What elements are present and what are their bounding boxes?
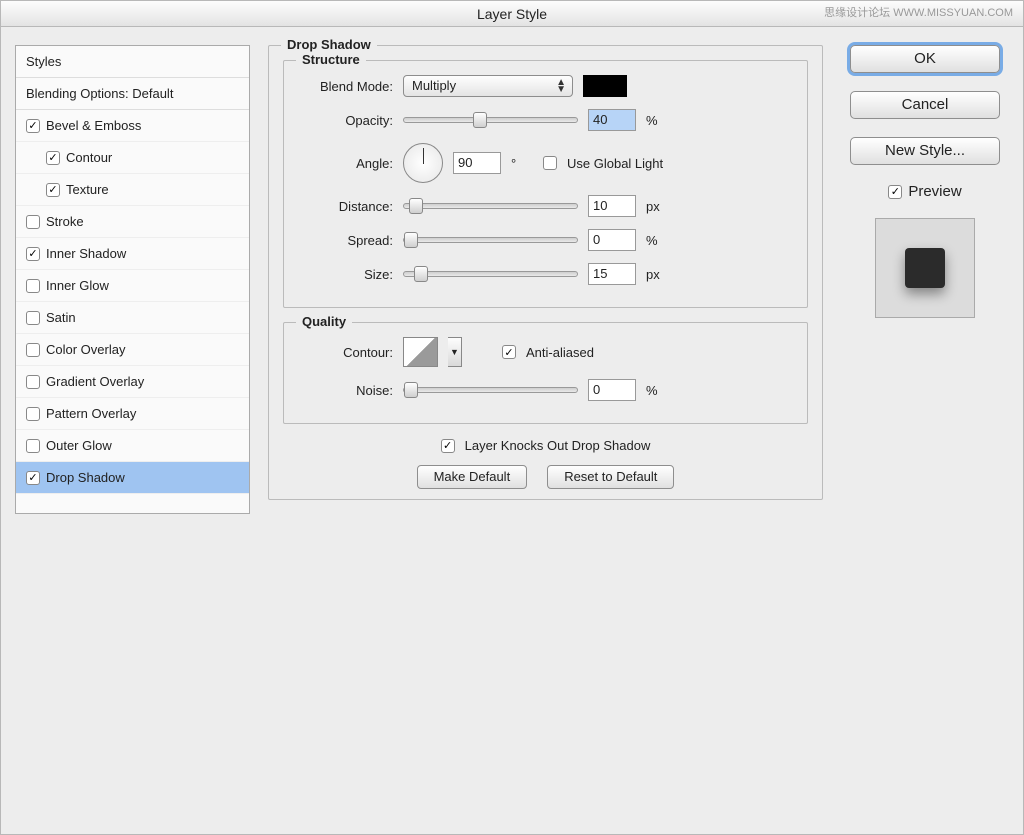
- style-item-color-overlay[interactable]: Color Overlay: [16, 334, 249, 366]
- structure-group: Structure Blend Mode: Multiply ▲▼ Opacit…: [283, 60, 808, 308]
- style-item-texture[interactable]: Texture: [16, 174, 249, 206]
- style-item-stroke[interactable]: Stroke: [16, 206, 249, 238]
- style-checkbox[interactable]: [26, 119, 40, 133]
- spread-unit: %: [646, 233, 668, 248]
- blend-mode-value: Multiply: [412, 78, 456, 93]
- style-item-label: Inner Shadow: [46, 246, 126, 261]
- preview-inner-icon: [905, 248, 945, 288]
- style-item-bevel-emboss[interactable]: Bevel & Emboss: [16, 110, 249, 142]
- new-style-button[interactable]: New Style...: [850, 137, 1000, 165]
- cancel-button[interactable]: Cancel: [850, 91, 1000, 119]
- make-default-button[interactable]: Make Default: [417, 465, 528, 489]
- noise-field[interactable]: 0: [588, 379, 636, 401]
- shadow-color-swatch[interactable]: [583, 75, 627, 97]
- style-checkbox[interactable]: [26, 343, 40, 357]
- style-checkbox[interactable]: [26, 375, 40, 389]
- watermark-text: 思缘设计论坛 WWW.MISSYUAN.COM: [824, 4, 1013, 20]
- style-item-drop-shadow[interactable]: Drop Shadow: [16, 462, 249, 494]
- preview-checkbox[interactable]: [888, 185, 902, 199]
- style-item-label: Satin: [46, 310, 76, 325]
- distance-label: Distance:: [298, 199, 393, 214]
- style-item-gradient-overlay[interactable]: Gradient Overlay: [16, 366, 249, 398]
- distance-slider[interactable]: [403, 203, 578, 209]
- style-checkbox[interactable]: [26, 247, 40, 261]
- distance-unit: px: [646, 199, 668, 214]
- layer-knocks-label: Layer Knocks Out Drop Shadow: [465, 438, 651, 453]
- angle-field[interactable]: 90: [453, 152, 501, 174]
- anti-aliased-checkbox[interactable]: [502, 345, 516, 359]
- reset-default-button[interactable]: Reset to Default: [547, 465, 674, 489]
- angle-dial[interactable]: [403, 143, 443, 183]
- style-item-label: Stroke: [46, 214, 84, 229]
- opacity-slider[interactable]: [403, 117, 578, 123]
- contour-preset[interactable]: [403, 337, 438, 367]
- select-arrows-icon: ▲▼: [556, 79, 566, 93]
- blending-options-item[interactable]: Blending Options: Default: [16, 78, 249, 110]
- style-item-label: Color Overlay: [46, 342, 125, 357]
- preview-label: Preview: [908, 183, 961, 200]
- use-global-light-label: Use Global Light: [567, 156, 663, 171]
- size-field[interactable]: 15: [588, 263, 636, 285]
- drop-shadow-panel: Drop Shadow Structure Blend Mode: Multip…: [268, 45, 823, 500]
- style-item-label: Drop Shadow: [46, 470, 125, 485]
- style-item-label: Bevel & Emboss: [46, 118, 141, 133]
- contour-dropdown-icon[interactable]: ▼: [448, 337, 462, 367]
- noise-label: Noise:: [298, 383, 393, 398]
- structure-legend: Structure: [296, 52, 366, 67]
- size-slider[interactable]: [403, 271, 578, 277]
- angle-unit: °: [511, 156, 533, 171]
- noise-unit: %: [646, 383, 668, 398]
- style-item-satin[interactable]: Satin: [16, 302, 249, 334]
- style-item-label: Pattern Overlay: [46, 406, 136, 421]
- spread-slider[interactable]: [403, 237, 578, 243]
- style-checkbox[interactable]: [26, 471, 40, 485]
- style-item-outer-glow[interactable]: Outer Glow: [16, 430, 249, 462]
- style-checkbox[interactable]: [26, 215, 40, 229]
- quality-group: Quality Contour: ▼ Anti-aliased Noise: 0…: [283, 322, 808, 424]
- anti-aliased-label: Anti-aliased: [526, 345, 594, 360]
- style-item-inner-shadow[interactable]: Inner Shadow: [16, 238, 249, 270]
- preview-thumbnail: [875, 218, 975, 318]
- opacity-label: Opacity:: [298, 113, 393, 128]
- style-item-label: Contour: [66, 150, 112, 165]
- style-item-inner-glow[interactable]: Inner Glow: [16, 270, 249, 302]
- styles-header[interactable]: Styles: [16, 46, 249, 78]
- quality-legend: Quality: [296, 314, 352, 329]
- size-unit: px: [646, 267, 668, 282]
- style-checkbox[interactable]: [46, 151, 60, 165]
- size-label: Size:: [298, 267, 393, 282]
- style-item-label: Texture: [66, 182, 109, 197]
- style-item-label: Gradient Overlay: [46, 374, 144, 389]
- style-item-label: Outer Glow: [46, 438, 112, 453]
- style-item-pattern-overlay[interactable]: Pattern Overlay: [16, 398, 249, 430]
- noise-slider[interactable]: [403, 387, 578, 393]
- ok-button[interactable]: OK: [850, 45, 1000, 73]
- style-checkbox[interactable]: [26, 311, 40, 325]
- style-item-contour[interactable]: Contour: [16, 142, 249, 174]
- distance-field[interactable]: 10: [588, 195, 636, 217]
- panel-title: Drop Shadow: [281, 37, 377, 52]
- style-checkbox[interactable]: [46, 183, 60, 197]
- style-checkbox[interactable]: [26, 407, 40, 421]
- opacity-unit: %: [646, 113, 668, 128]
- spread-field[interactable]: 0: [588, 229, 636, 251]
- blend-mode-label: Blend Mode:: [298, 79, 393, 94]
- styles-list: Styles Blending Options: Default Bevel &…: [15, 45, 250, 514]
- style-checkbox[interactable]: [26, 439, 40, 453]
- style-checkbox[interactable]: [26, 279, 40, 293]
- spread-label: Spread:: [298, 233, 393, 248]
- opacity-field[interactable]: 40: [588, 109, 636, 131]
- blend-mode-select[interactable]: Multiply ▲▼: [403, 75, 573, 97]
- layer-knocks-checkbox[interactable]: [441, 439, 455, 453]
- angle-label: Angle:: [298, 156, 393, 171]
- style-item-label: Inner Glow: [46, 278, 109, 293]
- use-global-light-checkbox[interactable]: [543, 156, 557, 170]
- contour-label: Contour:: [298, 345, 393, 360]
